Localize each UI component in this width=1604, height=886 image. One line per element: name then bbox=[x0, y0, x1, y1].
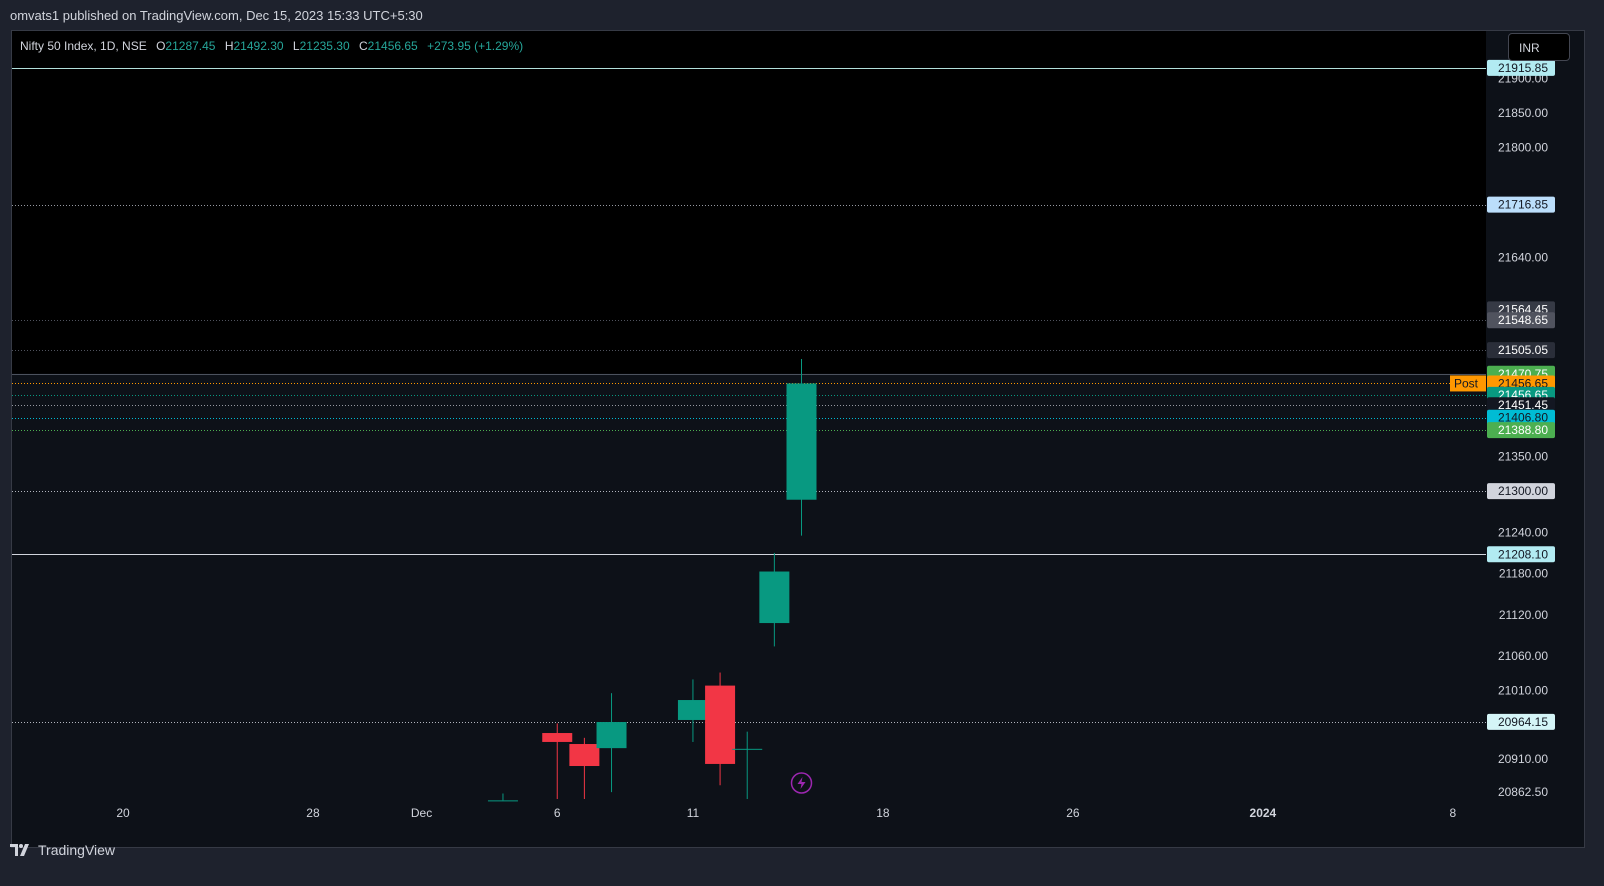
x-tick-label-5: 18 bbox=[876, 806, 890, 820]
candle-body-2 bbox=[569, 744, 600, 767]
level-tag-11: 21300.00 bbox=[1498, 484, 1548, 498]
candle-body-0 bbox=[487, 800, 518, 802]
close-value: 21456.65 bbox=[367, 39, 418, 53]
level-tag-13: 20964.15 bbox=[1498, 715, 1548, 729]
y-tick-label-6: 21180.00 bbox=[1499, 567, 1548, 581]
close-label: C bbox=[359, 39, 368, 53]
candle-body-6 bbox=[732, 748, 763, 750]
chart-frame[interactable]: 21900.00 21850.00 21800.00 21640.00 21350.00… bbox=[11, 30, 1585, 848]
tradingview-brand: TradingView bbox=[38, 842, 116, 858]
x-tick-label-4: 11 bbox=[687, 806, 700, 820]
x-tick-label-1: 28 bbox=[306, 806, 320, 820]
y-tick-label-5: 21240.00 bbox=[1498, 525, 1548, 539]
publication-info: omvats1 published on TradingView.com, De… bbox=[10, 8, 423, 23]
candle-body-5 bbox=[705, 685, 736, 764]
y-tick-label-4: 21350.00 bbox=[1498, 450, 1548, 464]
y-tick-label-9: 21010.00 bbox=[1498, 683, 1548, 697]
x-tick-label-6: 26 bbox=[1066, 806, 1080, 820]
candle-body-8 bbox=[786, 383, 817, 500]
publication-bar: omvats1 published on TradingView.com, De… bbox=[0, 0, 1604, 30]
symbol-legend: Nifty 50 Index, 1D, NSE O21287.45 H21492… bbox=[20, 39, 523, 53]
low-label: L bbox=[292, 39, 300, 53]
candle-body-1 bbox=[542, 733, 573, 742]
y-tick-label-10: 20910.00 bbox=[1498, 752, 1548, 766]
y-tick-label-11: 20862.50 bbox=[1498, 785, 1548, 799]
x-tick-label-3: 6 bbox=[554, 806, 561, 820]
open-value: 21287.45 bbox=[165, 39, 216, 53]
y-tick-label-8: 21060.00 bbox=[1498, 649, 1548, 663]
level-tag-0: 21915.85 bbox=[1498, 61, 1548, 75]
candle-body-7 bbox=[759, 571, 790, 624]
x-tick-label-7: 2024 bbox=[1250, 806, 1277, 820]
time-axis-bg bbox=[12, 799, 1584, 847]
x-tick-label-2: Dec bbox=[411, 806, 432, 820]
flash-bolt-icon bbox=[797, 777, 806, 789]
x-tick-label-0: 20 bbox=[116, 806, 130, 820]
upper-shade bbox=[12, 31, 1486, 374]
symbol-name: Nifty 50 Index, 1D, NSE bbox=[20, 39, 147, 53]
level-tag-1: 21716.85 bbox=[1498, 198, 1548, 212]
post-tag-label: Post bbox=[1454, 376, 1479, 390]
candle-body-3 bbox=[596, 722, 627, 749]
y-tick-label-3: 21640.00 bbox=[1498, 250, 1548, 264]
level-tag-12: 21208.10 bbox=[1498, 547, 1548, 561]
footer: TradingView bbox=[10, 838, 115, 862]
change-value: +273.95 (+1.29%) bbox=[427, 39, 524, 53]
y-tick-label-1: 21850.00 bbox=[1498, 106, 1548, 120]
x-tick-label-8: 8 bbox=[1450, 806, 1457, 820]
high-label: H bbox=[224, 39, 234, 53]
level-tag-4: 21505.05 bbox=[1498, 343, 1548, 357]
low-value: 21235.30 bbox=[299, 39, 350, 53]
level-tag-10: 21388.80 bbox=[1498, 423, 1548, 437]
level-tag-3: 21548.65 bbox=[1498, 313, 1548, 327]
high-value: 21492.30 bbox=[233, 39, 284, 53]
y-tick-label-7: 21120.00 bbox=[1499, 608, 1548, 622]
candlestick-chart[interactable]: 21900.0021850.0021800.0021640.0021350.00… bbox=[12, 31, 1585, 848]
currency-button[interactable]: INR bbox=[1508, 33, 1570, 61]
candle-body-4 bbox=[677, 700, 708, 720]
tradingview-logo-icon bbox=[10, 844, 29, 856]
y-tick-label-2: 21800.00 bbox=[1498, 140, 1548, 154]
